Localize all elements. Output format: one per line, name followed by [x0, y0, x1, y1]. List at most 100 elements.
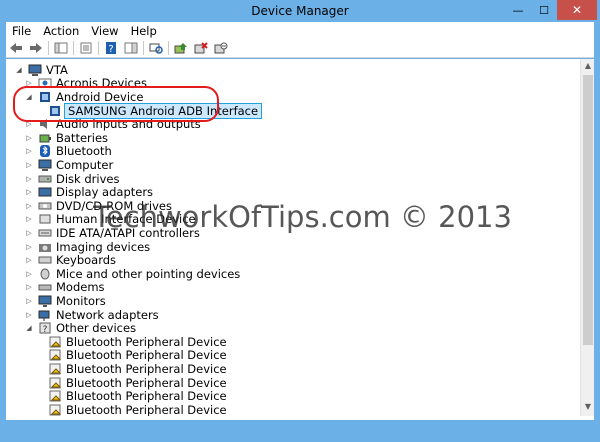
expand-arrow-icon[interactable]: ▷ [24, 78, 34, 88]
tree-item-label: Computer [56, 157, 114, 172]
scroll-down-arrow-icon[interactable]: ▼ [581, 402, 595, 415]
collapse-arrow-icon[interactable]: ◢ [24, 323, 34, 333]
tree-item-label: Modems [56, 280, 105, 295]
tree-category-item[interactable]: ▷ Network adapters [24, 307, 159, 322]
tree-category-item[interactable]: ◢? Other devices [24, 321, 136, 335]
tree-root-label: VTA [46, 62, 68, 77]
tree-item-label: Network adapters [56, 307, 159, 322]
tree-child-item[interactable]: Bluetooth Peripheral Device [48, 362, 227, 376]
hid-icon [38, 213, 52, 225]
acronis-icon [38, 77, 52, 89]
scroll-up-arrow-icon[interactable]: ▲ [581, 61, 595, 74]
title-bar[interactable]: Device Manager — ☐ ✕ [0, 0, 600, 22]
tree-child-item[interactable]: Bluetooth Peripheral Device [48, 348, 227, 363]
tree-item-label: Bluetooth Peripheral Device [66, 402, 227, 416]
modem-icon [38, 281, 52, 293]
other-icon: ? [38, 322, 52, 334]
tree-child-item[interactable]: Bluetooth Peripheral Device [48, 403, 227, 416]
scroll-thumb[interactable] [583, 75, 593, 345]
expand-arrow-icon[interactable]: ▷ [24, 160, 34, 170]
expand-arrow-icon[interactable]: ▷ [24, 201, 34, 211]
expand-arrow-icon[interactable]: ▷ [24, 242, 34, 252]
disable-device-icon[interactable] [213, 41, 229, 55]
menu-view[interactable]: View [85, 24, 124, 38]
disk-icon [38, 173, 52, 185]
tree-category-item[interactable]: ▷ Audio inputs and outputs [24, 117, 201, 131]
expand-arrow-icon[interactable]: ▷ [24, 119, 34, 129]
expand-arrow-icon[interactable]: ▷ [24, 133, 34, 143]
close-button[interactable]: ✕ [557, 0, 597, 20]
computer-root-icon [28, 64, 42, 76]
tree-category-item[interactable]: ▷ Acronis Devices [24, 76, 147, 90]
expand-arrow-icon[interactable]: ▷ [24, 310, 34, 320]
show-hide-console-tree-icon[interactable] [53, 41, 69, 55]
menu-file[interactable]: File [6, 24, 37, 38]
scan-hardware-icon[interactable] [148, 41, 164, 55]
tree-category-item[interactable]: ▷ Monitors [24, 294, 105, 308]
toolbar-separator [143, 41, 144, 55]
back-arrow-icon[interactable] [8, 41, 24, 55]
tree-category-item[interactable]: ▷ Computer [24, 158, 113, 172]
maximize-button[interactable]: ☐ [531, 0, 557, 20]
expand-arrow-icon[interactable]: ▷ [24, 146, 34, 156]
bluetooth-icon [38, 145, 52, 158]
tree-item-label: Bluetooth Peripheral Device [66, 375, 227, 390]
tree-category-item[interactable]: ▷ Keyboards [24, 253, 116, 267]
expand-arrow-icon[interactable]: ▷ [24, 187, 34, 197]
action-pane-icon[interactable] [123, 41, 139, 55]
tree-category-item[interactable]: ▷ Mice and other pointing devices [24, 267, 240, 281]
svg-text:?: ? [108, 44, 113, 54]
unknown-icon [48, 404, 62, 416]
tree-child-item[interactable]: Bluetooth Peripheral Device [48, 376, 227, 390]
tree-category-item[interactable]: ▷ Imaging devices [24, 240, 150, 254]
update-driver-icon[interactable] [173, 41, 189, 55]
collapse-arrow-icon[interactable]: ◢ [14, 65, 24, 75]
vertical-scrollbar[interactable]: ▲ ▼ [580, 59, 594, 416]
minimize-button[interactable]: — [505, 0, 531, 20]
forward-arrow-icon[interactable] [28, 41, 44, 55]
tree-category-item[interactable]: ▷ Modems [24, 280, 105, 295]
tree-child-item[interactable]: Bluetooth Peripheral Device [48, 335, 227, 349]
tree-item-label: Bluetooth Peripheral Device [66, 361, 227, 376]
tree-item-label: Bluetooth [56, 144, 112, 159]
expand-arrow-icon[interactable]: ▷ [24, 269, 34, 279]
expand-arrow-icon[interactable]: ▷ [24, 296, 34, 306]
tree-category-item[interactable]: ▷ Bluetooth [24, 144, 112, 159]
expand-arrow-icon[interactable]: ▷ [24, 214, 34, 224]
android-icon [38, 91, 52, 103]
tree-item-label: Bluetooth Peripheral Device [66, 348, 227, 363]
tree-category-item[interactable]: ▷ Display adapters [24, 185, 153, 199]
device-tree[interactable]: ◢ VTA ▷ Acronis Devices ◢ Android Device SAM… [6, 59, 580, 416]
menu-help[interactable]: Help [125, 24, 163, 38]
expand-arrow-icon[interactable]: ▷ [24, 255, 34, 265]
tree-item-label: Bluetooth Peripheral Device [66, 389, 227, 404]
expand-arrow-icon[interactable]: ▷ [24, 282, 34, 292]
menu-bar: File Action View Help [6, 22, 594, 39]
tree-item-label: Human Interface Device [56, 212, 196, 227]
mouse-icon [38, 268, 52, 280]
tree-item-label: Bluetooth Peripheral Device [66, 334, 227, 349]
tree-category-item[interactable]: ▷ Disk drives [24, 172, 119, 186]
tree-child-item[interactable]: SAMSUNG Android ADB Interface [48, 102, 263, 119]
tree-root[interactable]: ◢ VTA [14, 63, 68, 77]
unknown-icon [48, 390, 62, 402]
expand-arrow-icon[interactable]: ▷ [24, 228, 34, 238]
collapse-arrow-icon[interactable]: ◢ [24, 92, 34, 102]
battery-icon [38, 132, 52, 144]
adb-icon [48, 105, 62, 117]
tree-category-item[interactable]: ▷ Batteries [24, 131, 108, 145]
tree-item-label: Mice and other pointing devices [56, 266, 241, 281]
tree-category-item[interactable]: ▷ Human Interface Device [24, 212, 196, 227]
properties-icon[interactable] [78, 41, 94, 55]
tree-item-label: Batteries [56, 130, 109, 145]
uninstall-icon[interactable] [193, 41, 209, 55]
toolbar-separator [168, 41, 169, 55]
tree-category-item[interactable]: ▷ IDE ATA/ATAPI controllers [24, 226, 200, 240]
menu-action[interactable]: Action [37, 24, 85, 38]
toolbar-separator [98, 41, 99, 55]
tree-category-item[interactable]: ▷ DVD/CD-ROM drives [24, 199, 172, 213]
help-icon[interactable]: ? [103, 41, 119, 55]
tree-child-item[interactable]: Bluetooth Peripheral Device [48, 389, 227, 403]
tree-item-label: SAMSUNG Android ADB Interface [64, 102, 263, 119]
expand-arrow-icon[interactable]: ▷ [24, 174, 34, 184]
